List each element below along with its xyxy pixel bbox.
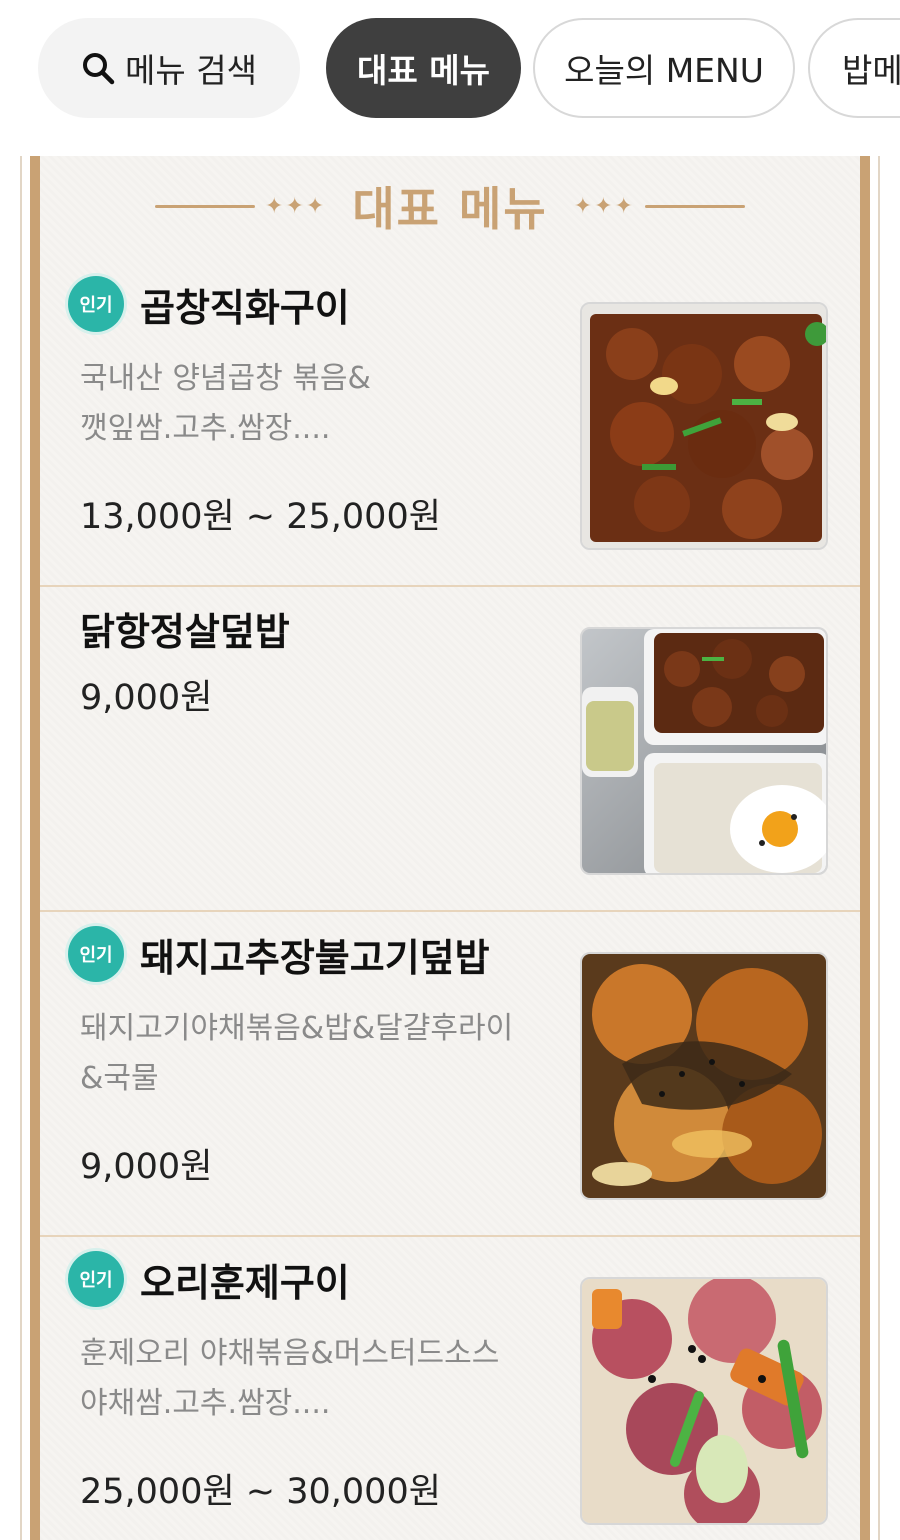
menu-item-price: 9,000원 [80,1147,213,1187]
description-line: 돼지고기야채볶음&밥&달걀후라이 [80,1011,514,1046]
menu-item-name: 닭항정살덮밥 [80,610,290,654]
menu-item-price: 13,000원 ~ 25,000원 [80,497,441,537]
menu-item-photo [580,1277,828,1525]
menu-item-name-row: 인기 오리훈제구이 [68,1251,350,1307]
menu-item-photo [580,627,828,875]
tab-todays-menu[interactable]: 오늘의 MENU [533,18,795,118]
tab-signature-menu[interactable]: 대표 메뉴 [326,18,521,118]
chicken-rice-bowl-image [582,629,826,873]
popular-badge: 인기 [68,1251,124,1307]
search-icon [83,53,115,85]
menu-item-name-row: 닭항정살덮밥 [80,601,290,656]
tab-rice-menu[interactable]: 밥메 [808,18,900,118]
menu-item-photo [580,302,828,550]
description-line: 국내산 양념곱창 볶음& [80,361,371,396]
search-label: 메뉴 검색 [125,51,257,90]
menu-item-name-row: 인기 곱창직화구이 [68,276,350,332]
menu-item-name-row: 인기 돼지고추장불고기덮밥 [68,926,490,982]
menu-item-price: 25,000원 ~ 30,000원 [80,1472,441,1512]
menu-item[interactable]: 인기 돼지고추장불고기덮밥 돼지고기야채볶음&밥&달걀후라이 &국물 9,000… [40,912,860,1237]
menu-item-photo [580,952,828,1200]
ornament-stars-left: ✦✦✦ [265,193,327,219]
menu-item-name: 오리훈제구이 [140,1260,350,1305]
pork-bulgogi-image [582,954,826,1198]
menu-item-price: 9,000원 [80,678,213,718]
menu-board: ✦✦✦ 대표 메뉴 ✦✦✦ 인기 곱창직화구이 국내산 양념곱창 볶음& 깻잎쌈… [30,156,870,1540]
description-line: 야채쌈.고추.쌈장.... [80,1386,331,1421]
description-line: 훈제오리 야채볶음&머스터드소스 [80,1336,500,1371]
menu-item-name: 곱창직화구이 [140,285,350,330]
popular-badge: 인기 [68,276,124,332]
category-bar: 메뉴 검색 대표 메뉴 오늘의 MENU 밥메 [0,0,900,140]
menu-item[interactable]: 인기 곱창직화구이 국내산 양념곱창 볶음& 깻잎쌈.고추.쌈장.... 13,… [40,262,860,587]
menu-item[interactable]: 인기 오리훈제구이 훈제오리 야채볶음&머스터드소스 야채쌈.고추.쌈장....… [40,1237,860,1540]
menu-item-description: 돼지고기야채볶음&밥&달걀후라이 &국물 [80,1004,560,1104]
menu-item-description: 훈제오리 야채볶음&머스터드소스 야채쌈.고추.쌈장.... [80,1329,560,1429]
menu-item-description: 국내산 양념곱창 볶음& 깻잎쌈.고추.쌈장.... [80,354,560,454]
ornament-line-left [155,204,256,208]
frame-edge-left [20,156,22,1540]
grilled-intestines-image [582,304,826,548]
smoked-duck-image [582,1279,826,1523]
ornament-stars-right: ✦✦✦ [573,193,635,219]
menu-item[interactable]: 닭항정살덮밥 9,000원 [40,587,860,912]
popular-badge: 인기 [68,926,124,982]
frame-edge-right [878,156,880,1540]
menu-item-name: 돼지고추장불고기덮밥 [140,935,490,980]
ornament-line-right [644,204,745,208]
section-title: 대표 메뉴 [352,182,548,236]
description-line: &국물 [80,1061,159,1096]
menu-search-button[interactable]: 메뉴 검색 [38,18,300,118]
section-header: ✦✦✦ 대표 메뉴 ✦✦✦ [40,178,860,236]
description-line: 깻잎쌈.고추.쌈장.... [80,411,331,446]
